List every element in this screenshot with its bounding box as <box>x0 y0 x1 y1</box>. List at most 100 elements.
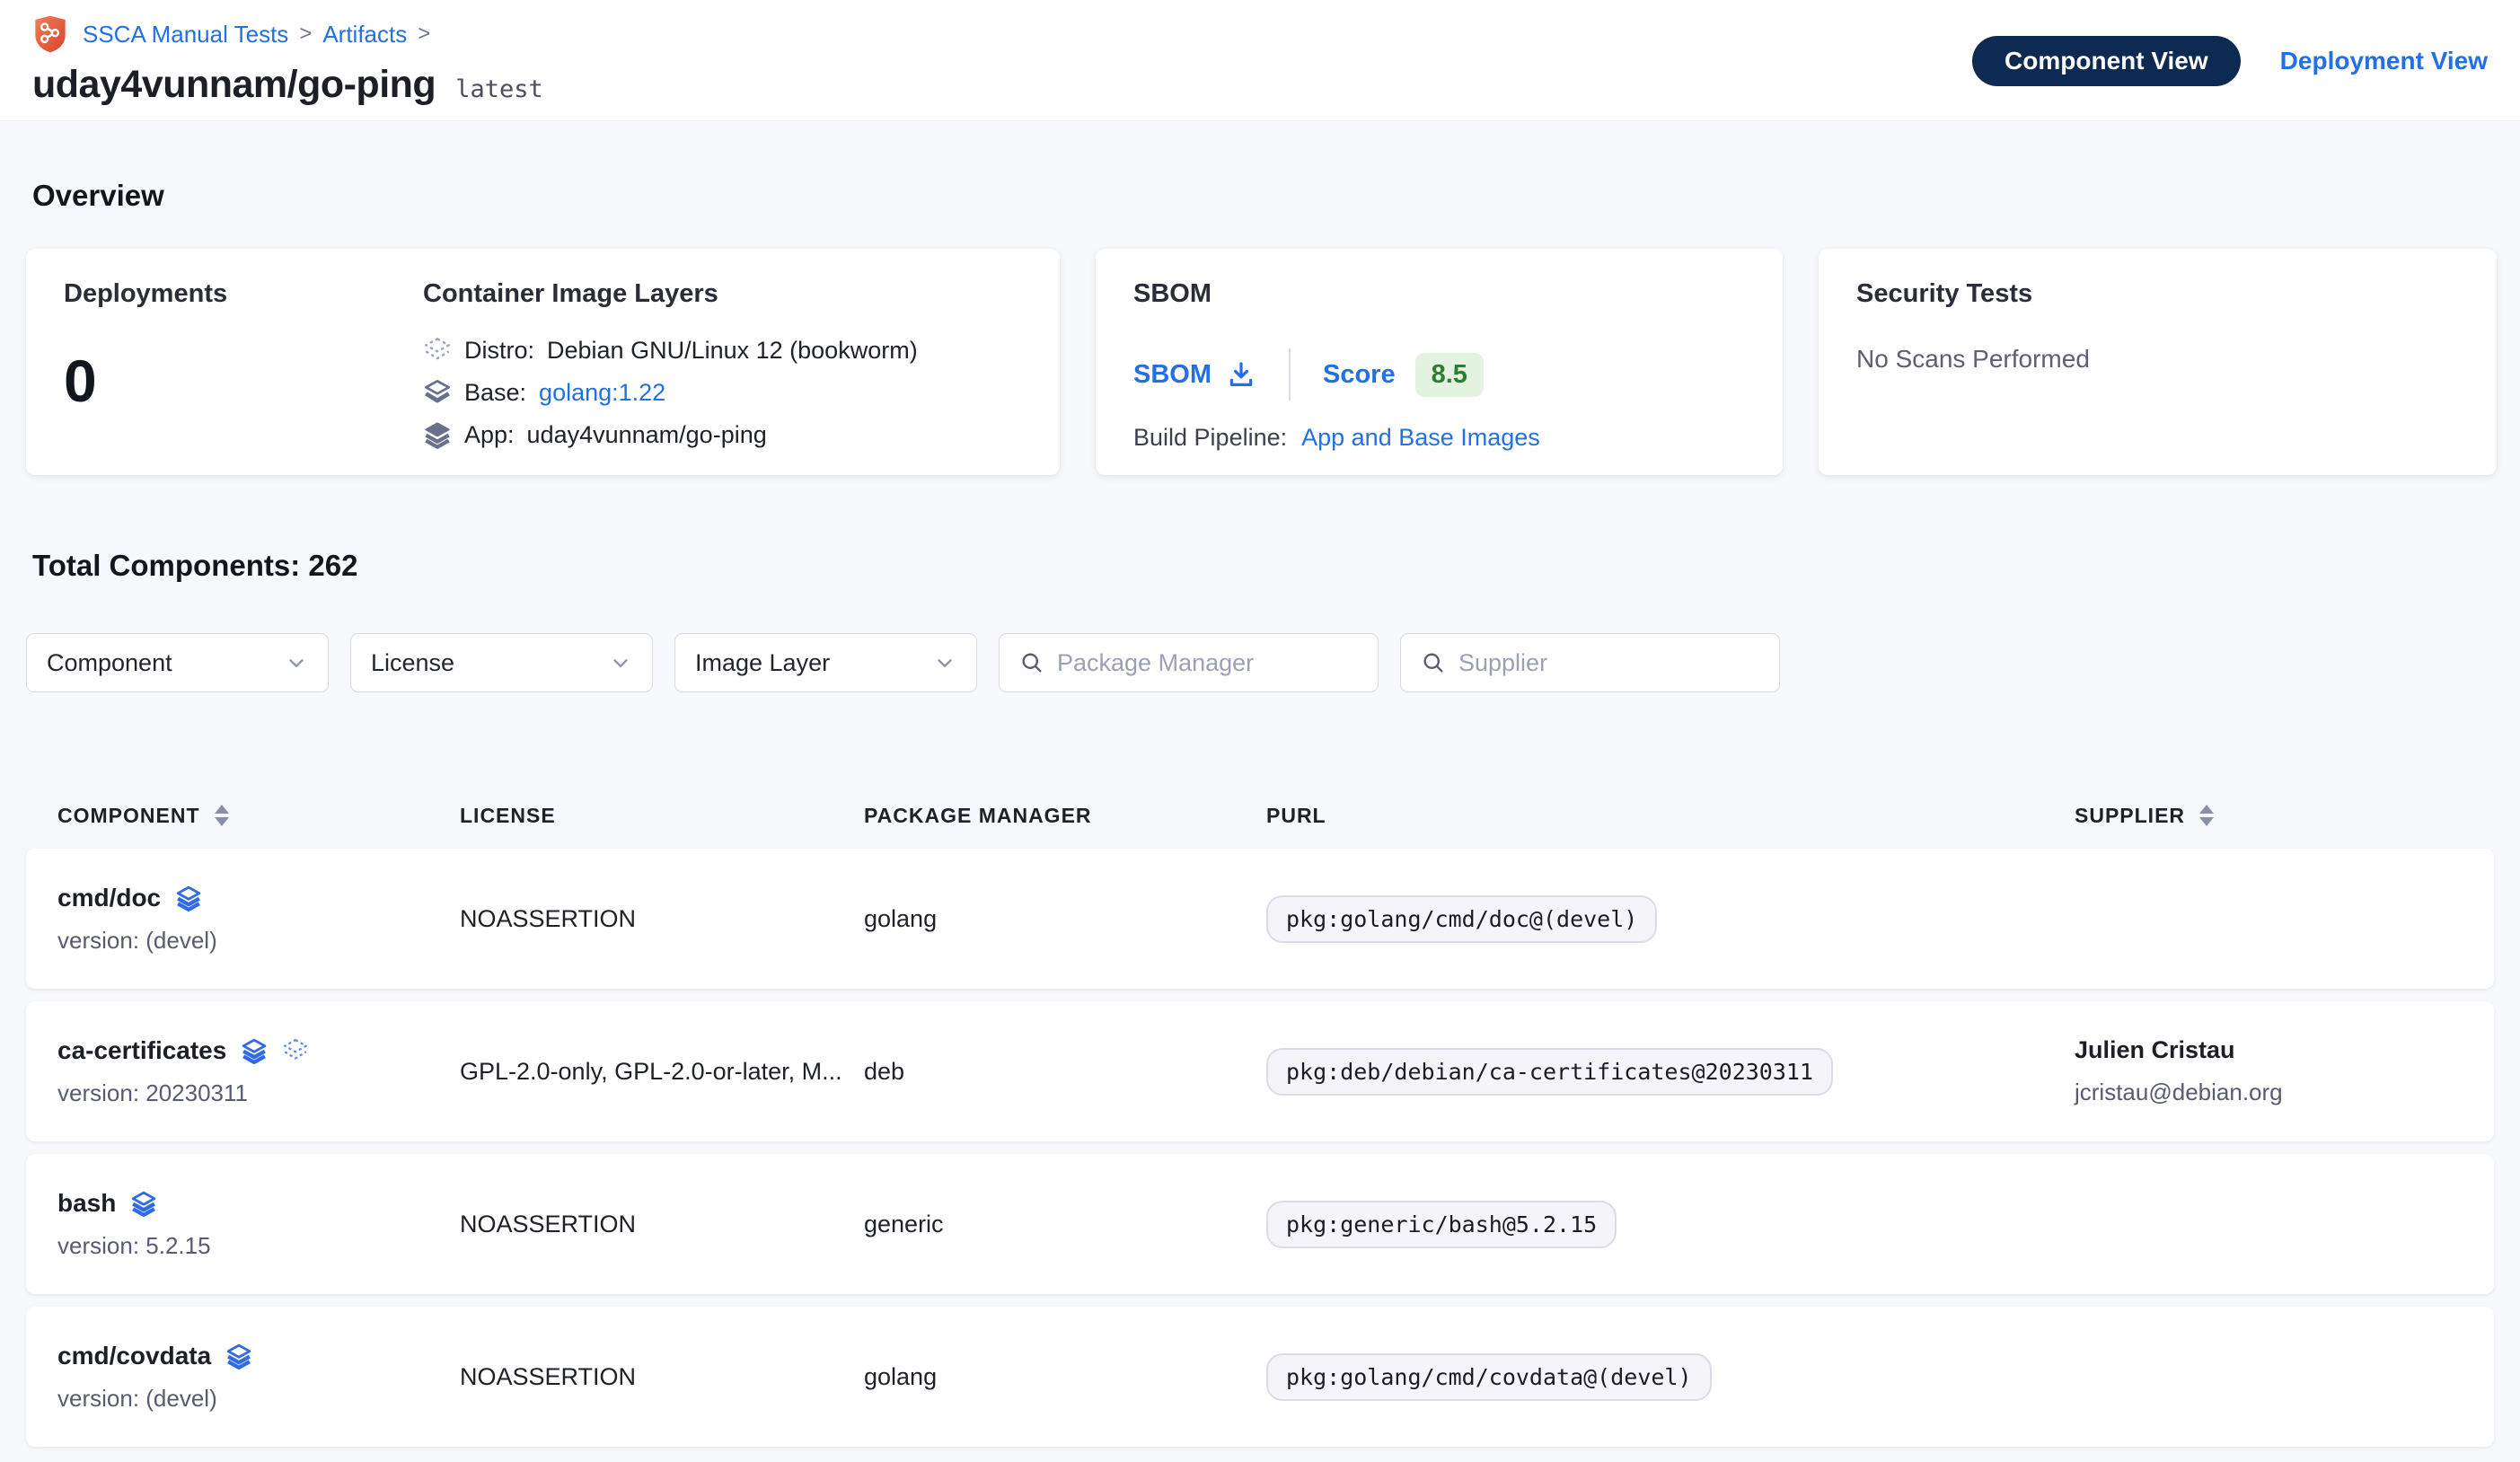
layers-icon <box>225 1343 252 1370</box>
filter-bar: Component License Image Layer <box>26 633 2494 692</box>
sbom-download-label: SBOM <box>1133 360 1212 390</box>
license-cell: NOASSERTION <box>460 1363 864 1391</box>
table-row[interactable]: cmd/covdata version: (devel) NOASSERTION… <box>26 1307 2494 1447</box>
package-manager-cell: deb <box>864 1058 1266 1086</box>
license-cell: GPL-2.0-only, GPL-2.0-or-later, M... <box>460 1058 864 1086</box>
breadcrumb: SSCA Manual Tests > Artifacts > <box>32 14 543 54</box>
layers-icon <box>130 1190 157 1217</box>
view-toggle: Component View Deployment View <box>1972 36 2488 86</box>
components-table: COMPONENT LICENSE PACKAGE MANAGER PURL S… <box>26 782 2494 1447</box>
column-header-purl: PURL <box>1266 804 2075 828</box>
artifact-tag-badge: latest <box>455 75 543 103</box>
purl-cell: pkg:generic/bash@5.2.15 <box>1266 1201 2075 1248</box>
layer-item-base: Base: golang:1.22 <box>423 378 1022 407</box>
supplier-name: Julien Cristau <box>2075 1036 2463 1064</box>
container-image-layers-label: Container Image Layers <box>423 279 1022 309</box>
layers-icon <box>241 1037 268 1064</box>
deployments-count: 0 <box>64 347 423 415</box>
package-manager-search[interactable] <box>999 633 1379 692</box>
purl-pill: pkg:golang/cmd/covdata@(devel) <box>1266 1353 1712 1401</box>
component-version: version: (devel) <box>57 927 460 955</box>
artifact-detail-page: SSCA Manual Tests > Artifacts > uday4vun… <box>0 0 2520 1447</box>
column-header-component[interactable]: COMPONENT <box>57 804 460 828</box>
component-filter-dropdown[interactable]: Component <box>26 633 329 692</box>
license-cell: NOASSERTION <box>460 905 864 933</box>
supplier-search[interactable] <box>1400 633 1780 692</box>
search-icon <box>1019 650 1044 675</box>
component-cell: cmd/covdata version: (devel) <box>57 1342 460 1413</box>
container-image-layers-block: Container Image Layers Distro: Debian GN… <box>423 279 1022 445</box>
layer-item-distro: Distro: Debian GNU/Linux 12 (bookworm) <box>423 336 1022 365</box>
chevron-down-icon <box>933 651 956 674</box>
column-header-license: LICENSE <box>460 804 864 828</box>
component-version: version: (devel) <box>57 1385 460 1413</box>
table-row[interactable]: ca-certificates version: 20230311 GPL-2.… <box>26 1001 2494 1141</box>
package-manager-cell: generic <box>864 1211 1266 1238</box>
build-pipeline-row: Build Pipeline: App and Base Images <box>1133 424 1745 452</box>
layers-outline-icon <box>423 336 452 365</box>
purl-pill: pkg:golang/cmd/doc@(devel) <box>1266 895 1657 943</box>
deployments-and-layers-card: Deployments 0 Container Image Layers Dis… <box>26 249 1060 475</box>
layers-icon <box>175 885 202 912</box>
component-cell: cmd/doc version: (devel) <box>57 884 460 955</box>
layers-outline-icon <box>282 1037 309 1064</box>
layer-item-app: App: uday4vunnam/go-ping <box>423 420 1022 449</box>
dropdown-label: License <box>371 649 454 677</box>
breadcrumb-separator: > <box>418 22 430 47</box>
component-name: ca-certificates <box>57 1036 226 1065</box>
sbom-download-link[interactable]: SBOM <box>1133 359 1256 390</box>
breadcrumb-artifacts-link[interactable]: Artifacts <box>322 21 407 48</box>
package-manager-cell: golang <box>864 1363 1266 1391</box>
image-layer-filter-dropdown[interactable]: Image Layer <box>674 633 977 692</box>
purl-pill: pkg:deb/debian/ca-certificates@20230311 <box>1266 1048 1833 1096</box>
purl-cell: pkg:deb/debian/ca-certificates@20230311 <box>1266 1048 2075 1096</box>
security-tests-status: No Scans Performed <box>1856 345 2459 374</box>
column-header-package-manager: PACKAGE MANAGER <box>864 804 1266 828</box>
component-name: cmd/doc <box>57 884 161 912</box>
score-badge: 8.5 <box>1415 353 1484 397</box>
component-view-button[interactable]: Component View <box>1972 36 2241 86</box>
base-image-link[interactable]: golang:1.22 <box>539 379 665 407</box>
license-filter-dropdown[interactable]: License <box>350 633 653 692</box>
package-manager-cell: golang <box>864 905 1266 933</box>
deployment-view-link[interactable]: Deployment View <box>2280 47 2488 75</box>
main-content: Overview Deployments 0 Container Image L… <box>0 179 2520 1447</box>
supplier-cell: Julien Cristau jcristau@debian.org <box>2075 1036 2463 1106</box>
sbom-card: SBOM SBOM Score 8.5 Build Pipeline: App … <box>1096 249 1783 475</box>
component-cell: ca-certificates version: 20230311 <box>57 1036 460 1107</box>
purl-cell: pkg:golang/cmd/covdata@(devel) <box>1266 1353 2075 1401</box>
score-label: Score <box>1323 360 1396 390</box>
page-title: uday4vunnam/go-ping <box>32 63 436 107</box>
build-pipeline-link[interactable]: App and Base Images <box>1301 424 1540 452</box>
layer-value: uday4vunnam/go-ping <box>527 421 767 449</box>
layer-list: Distro: Debian GNU/Linux 12 (bookworm) B… <box>423 336 1022 449</box>
total-components-heading: Total Components: 262 <box>32 549 2494 583</box>
component-name: bash <box>57 1189 116 1218</box>
overview-cards: Deployments 0 Container Image Layers Dis… <box>26 249 2494 475</box>
supplier-search-input[interactable] <box>1458 649 1759 677</box>
breadcrumb-project-link[interactable]: SSCA Manual Tests <box>83 21 288 48</box>
breadcrumb-separator: > <box>299 22 312 47</box>
table-row[interactable]: cmd/doc version: (devel) NOASSERTION gol… <box>26 849 2494 989</box>
search-icon <box>1421 650 1446 675</box>
table-row[interactable]: bash version: 5.2.15 NOASSERTION generic… <box>26 1154 2494 1294</box>
overview-heading: Overview <box>32 179 2494 213</box>
download-icon <box>1226 359 1256 390</box>
sbom-card-title: SBOM <box>1133 279 1745 309</box>
build-pipeline-label: Build Pipeline: <box>1133 424 1287 452</box>
layer-label: Distro: <box>464 337 534 365</box>
column-header-supplier[interactable]: SUPPLIER <box>2075 804 2463 828</box>
security-tests-title: Security Tests <box>1856 279 2459 309</box>
ssca-logo-icon <box>32 14 68 54</box>
layer-value: Debian GNU/Linux 12 (bookworm) <box>547 337 918 365</box>
layers-filled-icon <box>423 420 452 449</box>
component-version: version: 20230311 <box>57 1079 460 1107</box>
header-left: SSCA Manual Tests > Artifacts > uday4vun… <box>32 14 543 107</box>
dropdown-label: Image Layer <box>695 649 830 677</box>
deployments-block: Deployments 0 <box>64 279 423 445</box>
sbom-score-row: SBOM Score 8.5 <box>1133 348 1745 401</box>
layers-half-icon <box>423 378 452 407</box>
vertical-divider <box>1289 348 1291 401</box>
package-manager-search-input[interactable] <box>1057 649 1358 677</box>
title-row: uday4vunnam/go-ping latest <box>32 63 543 107</box>
